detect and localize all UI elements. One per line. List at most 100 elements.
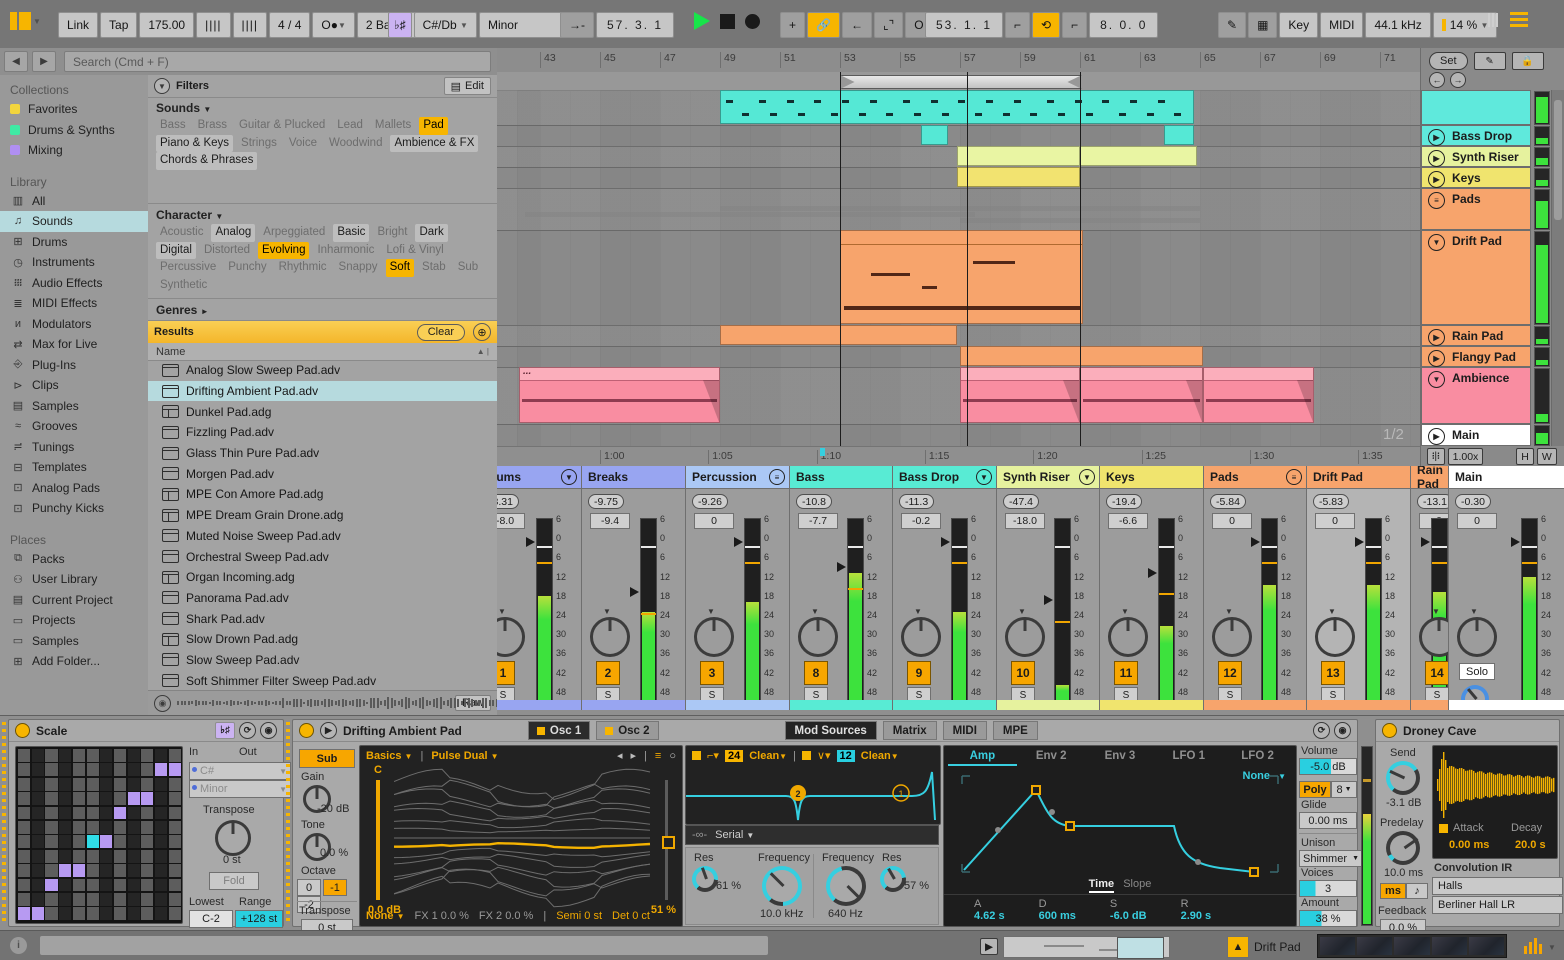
loop-brace[interactable] (840, 75, 1082, 89)
scale-device-on-toggle[interactable] (15, 723, 30, 738)
clip-flangy-pad[interactable] (960, 346, 1203, 366)
menu-icon[interactable] (1510, 12, 1528, 27)
result-item[interactable]: Soft Shimmer Filter Sweep Pad.adv (148, 670, 497, 691)
channel-name[interactable]: Percussion ≡ (686, 466, 789, 489)
track-activator[interactable]: 11 (1114, 661, 1138, 685)
ir-decay-value[interactable]: 20.0 s (1515, 839, 1546, 851)
scale-grid-cell[interactable] (141, 835, 154, 849)
scale-grid-cell[interactable] (72, 821, 85, 834)
filter1-slope[interactable]: 24 (724, 749, 744, 762)
peak-level-display[interactable]: -8.31 (497, 494, 519, 509)
scale-grid-cell[interactable] (59, 864, 72, 878)
result-item[interactable]: Fizzling Pad.adv (148, 422, 497, 443)
scale-grid-cell[interactable] (45, 763, 58, 777)
header-track-keys[interactable]: ▶ Keys (1421, 167, 1531, 188)
character-tag-evolving[interactable]: Evolving (258, 241, 310, 259)
gain-field[interactable]: 0 (694, 513, 734, 529)
header-track-pads[interactable]: ≡ Pads (1421, 188, 1531, 230)
track-activator[interactable]: 10 (1011, 661, 1035, 685)
gain-field[interactable]: -9.4 (590, 513, 630, 529)
unison-voices-value[interactable]: 3 (1299, 880, 1357, 897)
lowest-value[interactable]: C-2 (189, 910, 233, 928)
arrangement-scrollbar[interactable] (1551, 90, 1564, 446)
scale-grid-cell[interactable] (72, 893, 85, 906)
clip-bass-drop[interactable] (1164, 125, 1194, 145)
scale-grid-cell[interactable] (155, 777, 168, 791)
gain-field[interactable]: 0 (1315, 513, 1355, 529)
clip-synth-riser[interactable] (957, 146, 1080, 166)
character-tag-percussive[interactable]: Percussive (156, 259, 220, 277)
peak-level-display[interactable]: -13.1 (1417, 494, 1448, 509)
character-tag-rhythmic[interactable]: Rhythmic (275, 259, 331, 277)
scale-awareness-icon[interactable]: ♭♯ (215, 722, 235, 739)
wavetable-on-toggle[interactable] (299, 723, 314, 738)
sidebar-item-midi-effects[interactable]: ≣ MIDI Effects (0, 293, 148, 314)
volume-value[interactable]: -5.0 dB (1299, 758, 1357, 775)
osc-detune-value[interactable]: Det 0 ct (612, 910, 650, 922)
scale-grid-cell[interactable] (59, 893, 72, 906)
scale-grid-cell[interactable] (59, 792, 72, 806)
root-note-menu[interactable]: C#/Db ▼ (413, 12, 477, 38)
lane-track-bass-drop[interactable] (497, 125, 1420, 147)
filter1-freq-knob[interactable] (762, 866, 802, 906)
scale-grid-cell[interactable] (141, 792, 154, 806)
filter1-circuit-menu[interactable]: Clean▼ (749, 750, 787, 762)
scale-grid-cell[interactable] (18, 864, 31, 878)
channel-name[interactable]: Bass (790, 466, 892, 489)
env-tab-env-3[interactable]: Env 3 (1086, 748, 1155, 766)
loop-start-field[interactable]: 53. 1. 1 (925, 12, 1004, 38)
character-tag-bright[interactable]: Bright (373, 224, 411, 242)
track-activator[interactable]: 3 (700, 661, 724, 685)
send-value[interactable]: -3.1 dB (1386, 797, 1421, 809)
sidebar-item-packs[interactable]: ⧉ Packs (0, 549, 148, 570)
header-track-drift-pad[interactable]: ▼ Drift Pad (1421, 230, 1531, 325)
filter2-circuit-menu[interactable]: Clean▼ (861, 750, 899, 762)
scale-grid-cell[interactable] (59, 849, 72, 863)
scale-grid-cell[interactable] (31, 878, 44, 892)
sub-button[interactable]: Sub (299, 749, 355, 768)
sidebar-item-instruments[interactable]: ◷ Instruments (0, 252, 148, 273)
scale-grid-cell[interactable] (168, 864, 181, 878)
scale-grid-cell[interactable] (18, 792, 31, 806)
track-activator[interactable]: 9 (907, 661, 931, 685)
octave-button-0[interactable]: 0 (297, 879, 321, 896)
save-preset-icon[interactable]: ◉ (260, 722, 277, 739)
clip-unnamed[interactable] (720, 90, 1194, 124)
result-item[interactable]: Dunkel Pad.adg (148, 401, 497, 422)
scale-grid-cell[interactable] (155, 907, 168, 921)
scale-grid-cell[interactable] (31, 835, 44, 849)
clip-ambience[interactable] (1203, 367, 1314, 423)
scale-grid-cell[interactable] (141, 849, 154, 863)
fold-button[interactable]: Fold (209, 872, 259, 890)
scale-grid-cell[interactable] (141, 893, 154, 906)
sidebar-item-all[interactable]: ▥ All (0, 191, 148, 212)
character-tag-basic[interactable]: Basic (333, 224, 370, 242)
track-height-h-button[interactable]: H (1516, 448, 1534, 465)
sidebar-item-audio-effects[interactable]: ᎒᎒᎒ Audio Effects (0, 273, 148, 294)
peak-level-display[interactable]: -5.84 (1210, 494, 1246, 509)
scale-grid-cell[interactable] (113, 893, 127, 906)
scale-grid-cell[interactable] (31, 806, 44, 820)
sidebar-item-drums-synths[interactable]: Drums & Synths (0, 120, 148, 141)
scale-grid-cell[interactable] (141, 864, 154, 878)
scale-grid-cell[interactable] (168, 763, 181, 777)
scale-grid-cell[interactable] (155, 763, 168, 777)
scale-grid-cell[interactable] (45, 749, 58, 762)
control-surface-indicator[interactable]: ▼ (10, 12, 41, 30)
pan-knob[interactable] (798, 617, 838, 657)
track-activator[interactable]: 13 (1321, 661, 1345, 685)
pencil-button[interactable]: ✎ (1473, 52, 1506, 70)
scale-grid-cell[interactable] (141, 821, 154, 834)
track-play-icon[interactable]: ▶ (1428, 150, 1445, 167)
pan-knob[interactable] (1212, 617, 1252, 657)
scale-grid-cell[interactable] (155, 749, 168, 762)
ir-category-menu[interactable]: Halls (1432, 877, 1563, 895)
scale-grid-cell[interactable] (127, 763, 140, 777)
output-meter-icon[interactable] (1524, 938, 1542, 954)
filter2-type-icon[interactable]: ∨▾ (817, 749, 831, 762)
track-activator[interactable]: 8 (804, 661, 828, 685)
result-item[interactable]: Morgen Pad.adv (148, 463, 497, 484)
fold-icon[interactable]: ▼ (561, 469, 577, 485)
scale-grid-cell[interactable] (155, 835, 168, 849)
tab-osc1[interactable]: Osc 1 (527, 721, 591, 740)
